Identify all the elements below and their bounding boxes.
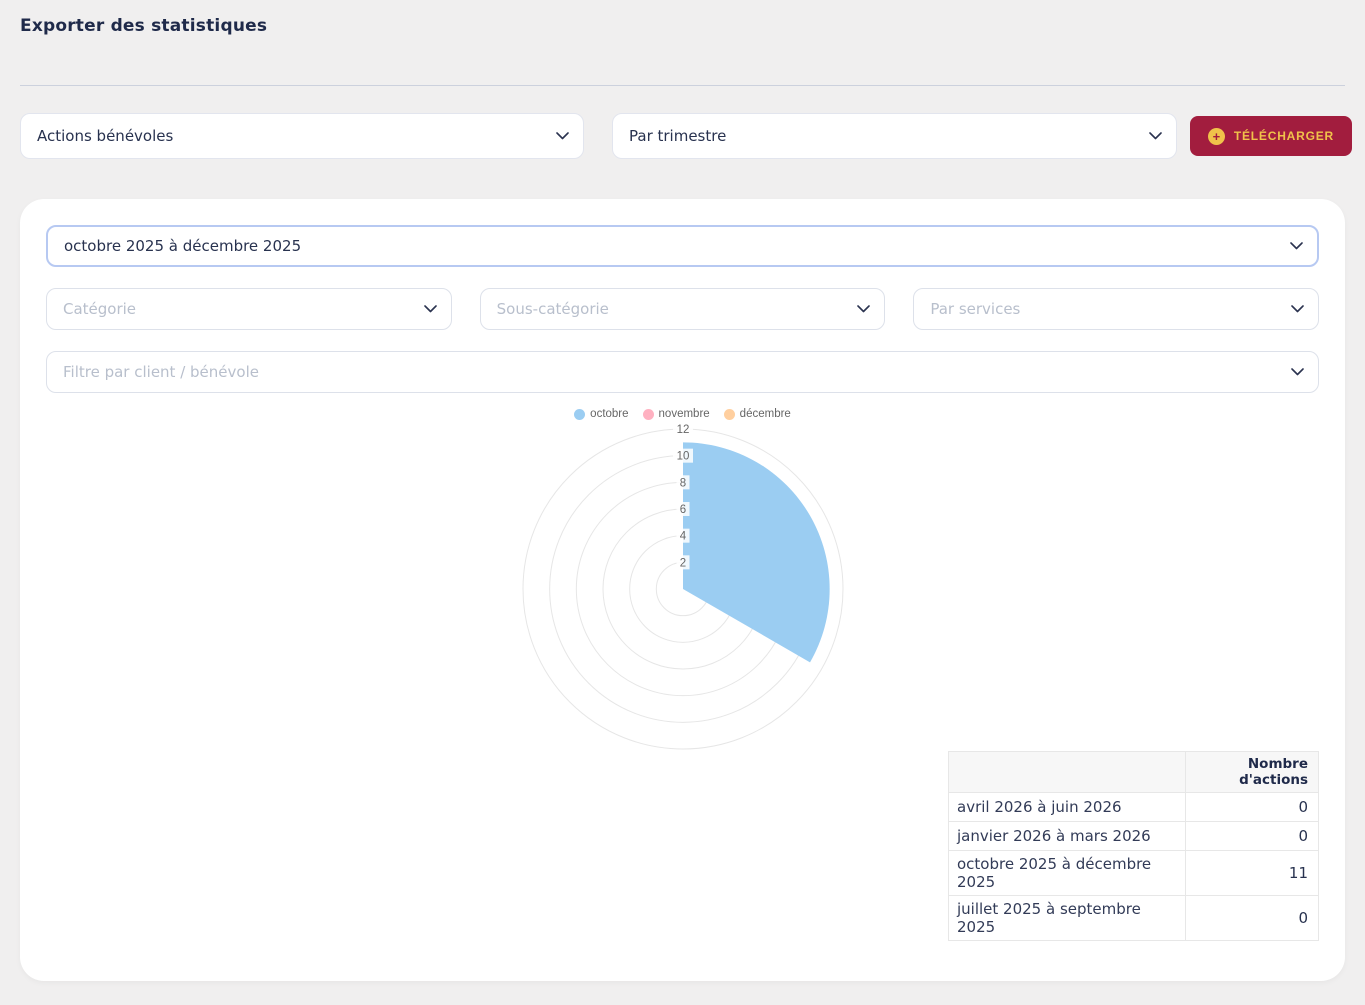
chevron-down-icon — [1291, 368, 1304, 376]
statistic-type-value: Actions bénévoles — [37, 127, 173, 145]
period-cell: avril 2026 à juin 2026 — [949, 793, 1186, 822]
period-range-select[interactable]: octobre 2025 à décembre 2025 — [46, 225, 1319, 267]
stats-table-wrap: Nombre d'actions avril 2026 à juin 20260… — [948, 751, 1319, 941]
chevron-down-icon — [424, 305, 437, 313]
client-volunteer-placeholder: Filtre par client / bénévole — [63, 363, 259, 381]
chevron-down-icon — [857, 305, 870, 313]
count-cell: 0 — [1186, 793, 1319, 822]
legend-item-décembre[interactable]: décembre — [724, 408, 791, 420]
table-head: Nombre d'actions — [949, 752, 1319, 793]
subcategory-placeholder: Sous-catégorie — [497, 300, 609, 318]
statistic-type-select[interactable]: Actions bénévoles — [20, 113, 584, 159]
legend-swatch-icon — [724, 409, 735, 420]
download-button[interactable]: + TÉLÉCHARGER — [1190, 116, 1352, 156]
client-volunteer-filter-select[interactable]: Filtre par client / bénévole — [46, 351, 1319, 393]
period-granularity-value: Par trimestre — [629, 127, 726, 145]
actions-count-table: Nombre d'actions avril 2026 à juin 20260… — [948, 751, 1319, 941]
legend-swatch-icon — [643, 409, 654, 420]
statistics-card: octobre 2025 à décembre 2025 Catégorie S… — [20, 199, 1345, 981]
tick-label: 2 — [679, 557, 685, 569]
chart-block: octobre novembre décembre 2 4 6 8 10 12 — [46, 405, 1319, 755]
table-header-count: Nombre d'actions — [1186, 752, 1319, 793]
table-header-period — [949, 752, 1186, 793]
download-button-label: TÉLÉCHARGER — [1234, 129, 1334, 143]
subcategory-select[interactable]: Sous-catégorie — [480, 288, 886, 330]
period-cell: octobre 2025 à décembre 2025 — [949, 851, 1186, 896]
count-cell: 0 — [1186, 822, 1319, 851]
count-cell: 0 — [1186, 896, 1319, 941]
header-divider — [20, 85, 1345, 86]
category-placeholder: Catégorie — [63, 300, 136, 318]
period-cell: janvier 2026 à mars 2026 — [949, 822, 1186, 851]
period-range-value: octobre 2025 à décembre 2025 — [64, 237, 301, 255]
chart-legend: octobre novembre décembre — [574, 405, 791, 423]
table-row: octobre 2025 à décembre 202511 — [949, 851, 1319, 896]
services-select[interactable]: Par services — [913, 288, 1319, 330]
legend-item-octobre[interactable]: octobre — [574, 408, 628, 420]
chevron-down-icon — [1291, 305, 1304, 313]
chevron-down-icon — [1290, 242, 1303, 250]
count-cell: 11 — [1186, 851, 1319, 896]
filters-row: Catégorie Sous-catégorie Par services — [46, 288, 1319, 330]
table-row: juillet 2025 à septembre 20250 — [949, 896, 1319, 941]
tick-label: 6 — [679, 504, 685, 516]
polar-sector-octobre[interactable] — [683, 442, 830, 662]
chevron-down-icon — [556, 132, 569, 140]
table-row: janvier 2026 à mars 20260 — [949, 822, 1319, 851]
tick-label: 4 — [679, 531, 686, 543]
legend-label: novembre — [659, 408, 710, 420]
legend-label: octobre — [590, 408, 628, 420]
tick-label: 10 — [676, 451, 689, 463]
services-placeholder: Par services — [930, 300, 1020, 318]
legend-label: décembre — [740, 408, 791, 420]
toolbar: Actions bénévoles Par trimestre + TÉLÉCH… — [20, 113, 1352, 159]
page-header: Exporter des statistiques — [0, 0, 1365, 36]
tick-label: 12 — [676, 424, 689, 436]
table-row: avril 2026 à juin 20260 — [949, 793, 1319, 822]
category-select[interactable]: Catégorie — [46, 288, 452, 330]
period-cell: juillet 2025 à septembre 2025 — [949, 896, 1186, 941]
plus-circle-icon: + — [1208, 128, 1225, 145]
tick-label: 8 — [679, 477, 685, 489]
legend-swatch-icon — [574, 409, 585, 420]
period-granularity-select[interactable]: Par trimestre — [612, 113, 1177, 159]
page-title: Exporter des statistiques — [20, 16, 1345, 36]
legend-item-novembre[interactable]: novembre — [643, 408, 710, 420]
chevron-down-icon — [1149, 132, 1162, 140]
polar-area-chart: 2 4 6 8 10 12 — [483, 423, 883, 755]
